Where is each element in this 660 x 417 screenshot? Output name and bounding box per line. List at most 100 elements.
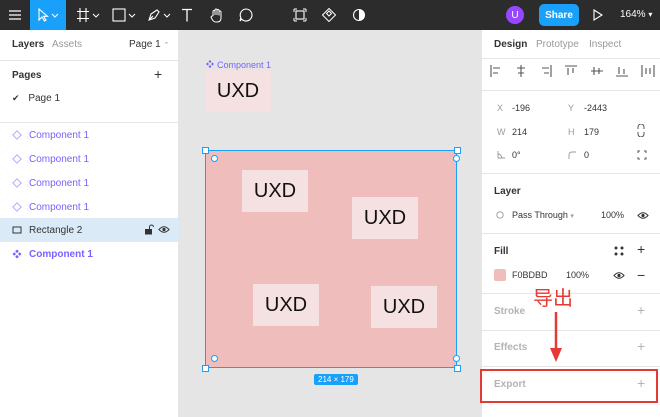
- layer-row[interactable]: Component 1: [0, 195, 179, 219]
- layer-label: Component 1: [29, 202, 90, 213]
- divider: [482, 330, 660, 331]
- w-label: W: [497, 127, 506, 137]
- toolbar: U Share 164% ▾: [0, 0, 660, 30]
- corner-radius-input[interactable]: 0: [584, 150, 589, 160]
- add-page-icon[interactable]: +: [154, 66, 162, 82]
- page-item-label: Page 1: [28, 93, 61, 104]
- resize-handle[interactable]: [202, 147, 209, 154]
- layer-section-header: Layer: [494, 186, 521, 197]
- export-highlight-box: [480, 369, 658, 403]
- h-label: H: [568, 127, 575, 137]
- rotation-icon: [497, 151, 505, 162]
- component-instance[interactable]: UXD: [253, 284, 319, 326]
- component-instance[interactable]: UXD: [352, 197, 418, 239]
- component-set-icon[interactable]: [319, 0, 339, 30]
- eye-icon[interactable]: [158, 225, 170, 237]
- tab-layers[interactable]: Layers: [12, 39, 44, 50]
- layer-label: Component 1: [29, 154, 90, 165]
- y-input[interactable]: -2443: [584, 103, 607, 113]
- y-label: Y: [568, 103, 575, 113]
- radius-handle[interactable]: [211, 355, 218, 362]
- annotation-label: 导出: [533, 286, 573, 310]
- check-icon: ✔: [12, 93, 20, 103]
- align-horizontal-center-icon[interactable]: [515, 65, 527, 77]
- align-vertical-center-icon[interactable]: [590, 65, 603, 77]
- menu-icon[interactable]: [0, 0, 30, 30]
- styles-grid-icon[interactable]: [614, 246, 624, 259]
- pages-header: Pages: [12, 70, 42, 81]
- layer-row[interactable]: Component 1: [0, 171, 179, 195]
- fill-hex-input[interactable]: F0BDBD: [512, 270, 548, 280]
- rotation-input[interactable]: 0°: [512, 150, 521, 160]
- zoom-menu[interactable]: 164% ▾: [620, 0, 652, 30]
- move-tool-icon[interactable]: [30, 0, 66, 30]
- frame-tool-icon[interactable]: [72, 0, 104, 30]
- component-instance-icon: [12, 202, 22, 215]
- component-label-text: Component 1: [217, 60, 272, 70]
- resize-handle[interactable]: [454, 147, 461, 154]
- radius-handle[interactable]: [453, 155, 460, 162]
- tab-inspect[interactable]: Inspect: [589, 39, 621, 50]
- comment-tool-icon[interactable]: [236, 0, 256, 30]
- align-top-icon[interactable]: [565, 65, 578, 77]
- avatar[interactable]: U: [506, 6, 524, 24]
- radius-handle[interactable]: [211, 155, 218, 162]
- component-frame-label[interactable]: Component 1: [206, 60, 271, 70]
- blend-mode-select[interactable]: Pass Through ▾: [512, 210, 574, 220]
- components-icon[interactable]: [290, 0, 310, 30]
- tab-assets[interactable]: Assets: [52, 39, 82, 50]
- independent-corners-icon[interactable]: [637, 150, 647, 163]
- layer-label: Rectangle 2: [29, 225, 83, 236]
- layer-row[interactable]: Component 1: [0, 147, 179, 171]
- tab-design[interactable]: Design: [494, 39, 527, 50]
- layer-row-selected[interactable]: Rectangle 2: [0, 218, 179, 242]
- resize-handle[interactable]: [202, 365, 209, 372]
- constrain-proportions-icon[interactable]: [637, 123, 645, 140]
- add-effect-icon[interactable]: +: [637, 338, 645, 354]
- add-fill-icon[interactable]: +: [637, 241, 645, 257]
- fill-color-swatch[interactable]: [494, 269, 506, 281]
- hand-tool-icon[interactable]: [207, 0, 227, 30]
- distribute-icon[interactable]: [641, 65, 655, 77]
- eye-icon[interactable]: [613, 271, 625, 283]
- component-instance-icon: [12, 178, 22, 191]
- pen-tool-icon[interactable]: [143, 0, 175, 30]
- h-input[interactable]: 179: [584, 127, 599, 137]
- fill-section-header: Fill: [494, 246, 509, 257]
- play-icon[interactable]: [590, 0, 606, 30]
- size-badge: 214 × 179: [314, 374, 358, 385]
- layer-label: Component 1: [29, 178, 90, 189]
- x-input[interactable]: -196: [512, 103, 530, 113]
- layer-label: Component 1: [29, 249, 93, 260]
- rectangle-2-frame[interactable]: UXD UXD UXD UXD: [205, 150, 457, 368]
- component-instance[interactable]: UXD: [242, 170, 308, 212]
- layer-row[interactable]: Component 1: [0, 242, 179, 266]
- left-panel: Layers Assets Page 1 ⌃ Pages + ✔ Page 1 …: [0, 30, 179, 417]
- fill-opacity-input[interactable]: 100%: [566, 270, 589, 280]
- resize-handle[interactable]: [454, 365, 461, 372]
- x-label: X: [497, 103, 504, 113]
- divider: [482, 90, 660, 91]
- component-instance[interactable]: UXD: [371, 286, 437, 328]
- page-selector[interactable]: Page 1 ⌃: [129, 39, 169, 50]
- page-item[interactable]: ✔ Page 1: [12, 93, 60, 104]
- align-right-icon[interactable]: [540, 65, 552, 77]
- align-left-icon[interactable]: [490, 65, 502, 77]
- chevron-up-icon: ⌃: [163, 42, 170, 49]
- text-tool-icon[interactable]: [177, 0, 197, 30]
- canvas[interactable]: Component 1 UXD UXD UXD UXD UXD 214 × 17…: [180, 30, 480, 417]
- share-button[interactable]: Share: [539, 4, 579, 26]
- component-main[interactable]: UXD: [205, 70, 271, 112]
- align-bottom-icon[interactable]: [615, 65, 628, 77]
- tab-prototype[interactable]: Prototype: [536, 39, 579, 50]
- unlock-icon[interactable]: [144, 224, 154, 238]
- add-stroke-icon[interactable]: +: [637, 302, 645, 318]
- layer-opacity-input[interactable]: 100%: [601, 210, 624, 220]
- remove-fill-icon[interactable]: −: [637, 267, 645, 283]
- radius-handle[interactable]: [453, 355, 460, 362]
- contrast-icon[interactable]: [349, 0, 369, 30]
- w-input[interactable]: 214: [512, 127, 527, 137]
- rectangle-tool-icon[interactable]: [108, 0, 140, 30]
- eye-icon[interactable]: [637, 211, 649, 223]
- layer-row[interactable]: Component 1: [0, 123, 179, 147]
